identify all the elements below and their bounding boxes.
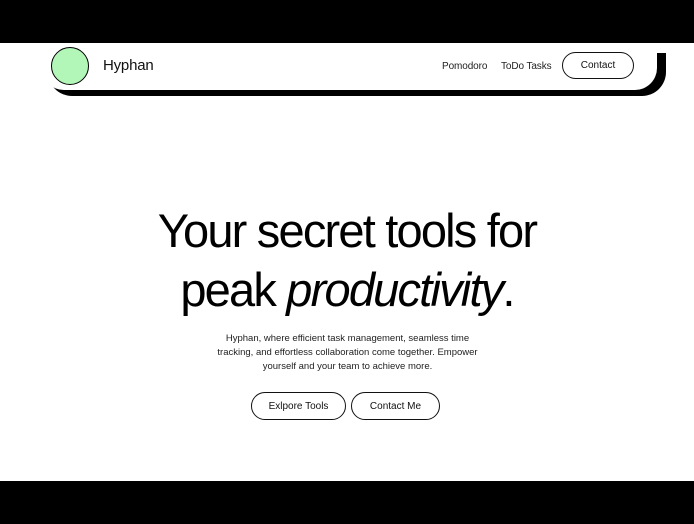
hero-title-line1: Your secret tools for [157,204,538,257]
hero-title-line2: peak productivity. [0,260,694,319]
nav-link-todo-tasks[interactable]: ToDo Tasks [501,61,552,72]
nav-contact-button[interactable]: Contact [562,52,634,79]
logo-icon[interactable] [51,47,89,85]
hero-title-prefix: peak [180,263,287,316]
hero-title: Your secret tools for peak productivity. [0,201,694,319]
explore-tools-button[interactable]: Exlpore Tools [251,392,346,420]
nav-link-pomodoro[interactable]: Pomodoro [442,61,487,72]
hero-description: Hyphan, where efficient task management,… [217,333,478,372]
brand-name[interactable]: Hyphan [103,57,154,74]
hero-title-suffix: . [502,263,515,316]
contact-me-button[interactable]: Contact Me [351,392,440,420]
hero-title-italic: productivity [286,263,504,316]
